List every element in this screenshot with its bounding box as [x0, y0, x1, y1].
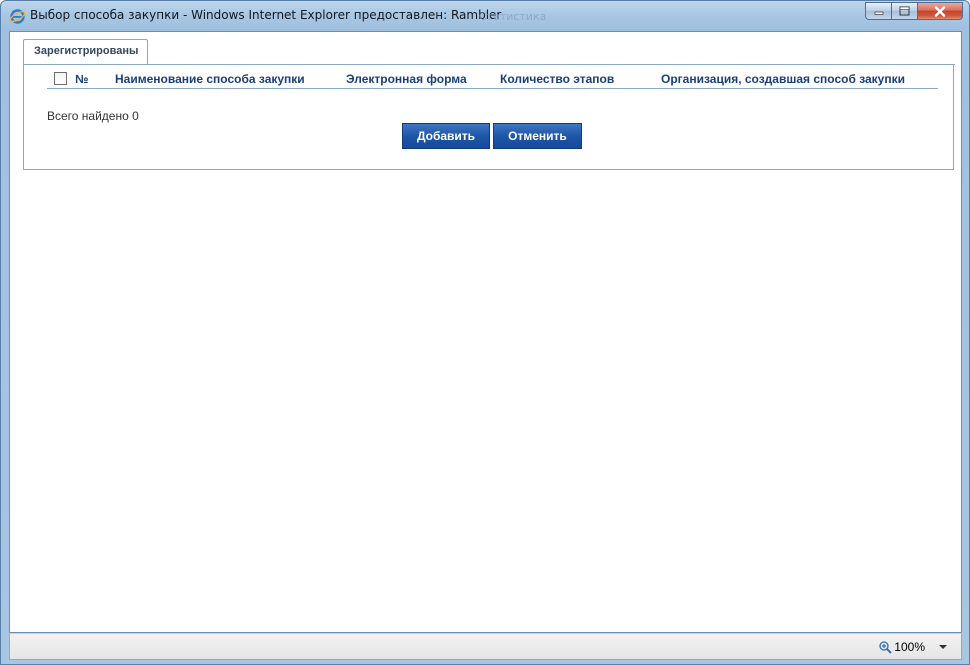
page-content: Зарегистрированы № Наименование способа … [9, 31, 962, 633]
close-icon [934, 5, 946, 17]
tab-registered[interactable]: Зарегистрированы [23, 39, 148, 65]
internet-explorer-icon [9, 9, 26, 24]
minimize-button[interactable] [865, 2, 892, 20]
close-button[interactable] [918, 2, 963, 20]
column-header-organization[interactable]: Организация, создавшая способ закупки [661, 72, 905, 86]
browser-window: Выбор способа закупки - Windows Internet… [0, 0, 970, 665]
column-header-stages-count[interactable]: Количество этапов [500, 72, 614, 86]
tab-panel: № Наименование способа закупки Электронн… [23, 64, 955, 170]
minimize-icon [874, 11, 883, 15]
background-tab-hint: Статистика [479, 10, 547, 23]
zoom-control[interactable]: 100% [879, 640, 947, 654]
tab-registered-label: Зарегистрированы [34, 45, 139, 57]
select-all-checkbox[interactable] [54, 72, 67, 85]
panel-top-border [149, 64, 955, 65]
table-header-row: № Наименование способа закупки Электронн… [47, 68, 938, 89]
total-found-text: Всего найдено 0 [47, 109, 139, 123]
cancel-button[interactable]: Отменить [493, 123, 582, 149]
column-header-number[interactable]: № [75, 72, 88, 86]
zoom-magnifier-icon [879, 640, 893, 654]
column-header-method-name[interactable]: Наименование способа закупки [115, 72, 305, 86]
maximize-button[interactable] [892, 2, 918, 20]
status-bar: 100% [9, 633, 962, 660]
zoom-level: 100% [894, 640, 925, 654]
add-button[interactable]: Добавить [402, 123, 490, 149]
maximize-icon [899, 6, 910, 16]
window-title: Выбор способа закупки - Windows Internet… [30, 8, 502, 22]
column-header-electronic-form[interactable]: Электронная форма [346, 72, 467, 86]
zoom-dropdown-icon[interactable] [939, 645, 947, 649]
title-bar[interactable]: Выбор способа закупки - Windows Internet… [1, 1, 969, 31]
caption-buttons [865, 2, 963, 20]
